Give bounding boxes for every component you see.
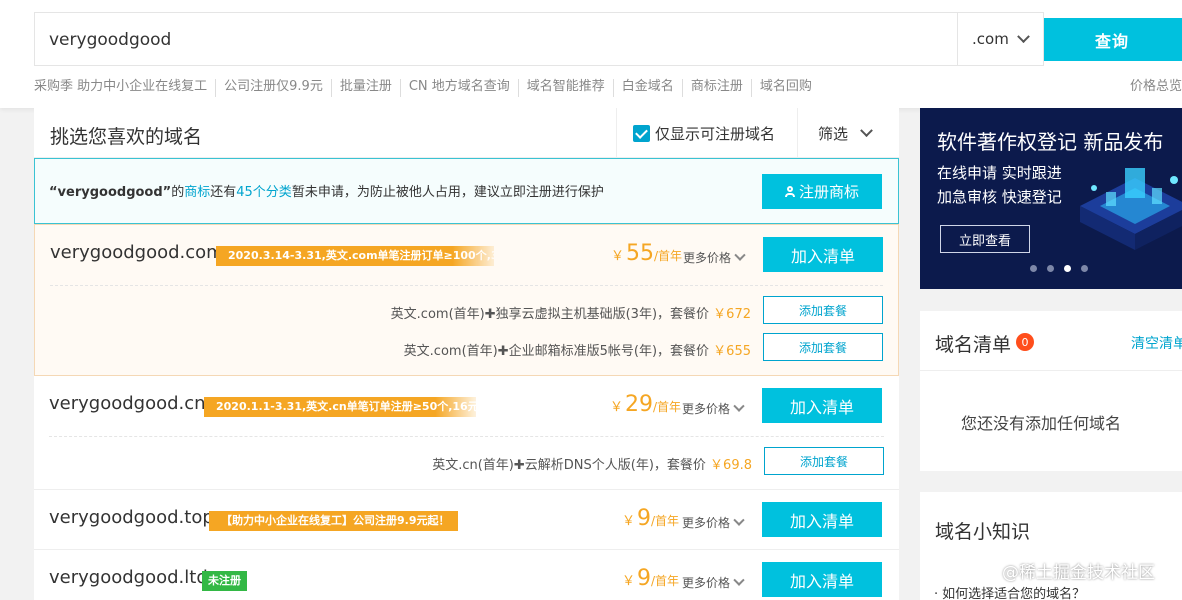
- package-text: 英文.com(首年)✚企业邮箱标准版5帐号(年)，套餐价 ￥655: [403, 344, 751, 359]
- chevron-down-icon: [860, 123, 873, 137]
- results-header: 挑选您喜欢的域名 仅显示可注册域名 筛选: [34, 108, 899, 158]
- package-text: 英文.com(首年)✚独享云虚拟主机基础版(3年)，套餐价 ￥672: [390, 307, 751, 322]
- domain-cart: 域名清单 0 清空清单 您还没有添加任何域名: [920, 311, 1182, 471]
- filter-label: 筛选: [818, 124, 849, 143]
- add-to-list-button[interactable]: 加入清单: [763, 237, 883, 272]
- add-package-button[interactable]: 添加套餐: [763, 296, 883, 324]
- domain-search-input[interactable]: [49, 25, 929, 55]
- promo-tag: 【助力中小企业在线复工】公司注册9.9元起！: [209, 511, 458, 531]
- add-to-list-button[interactable]: 加入清单: [762, 562, 882, 597]
- domain-knowledge-panel: 域名小知识 如何选择适合您的域名？: [920, 492, 1182, 600]
- add-package-button[interactable]: 添加套餐: [763, 333, 883, 361]
- user-icon: [784, 185, 795, 198]
- carousel-dots: [1030, 265, 1088, 272]
- domain-results-panel: 挑选您喜欢的域名 仅显示可注册域名 筛选 “verygoodgood”的商标还有…: [34, 108, 899, 600]
- chevron-down-icon: [734, 249, 746, 261]
- trademark-message: “verygoodgood”的商标还有45个分类暂未申请，为防止被他人占用，建议…: [49, 185, 604, 200]
- package-offer: 英文.com(首年)✚独享云虚拟主机基础版(3年)，套餐价 ￥672 添加套餐: [50, 292, 883, 329]
- cart-empty-message: 您还没有添加任何域名: [960, 414, 1121, 433]
- promo-tag: 2020.1.1-3.31,英文.cn单笔订单注册≥50个,16元/首年: [204, 397, 476, 417]
- quick-link[interactable]: 商标注册: [681, 79, 751, 97]
- domain-name: verygoodgood.ltd: [49, 567, 208, 588]
- domain-name: verygoodgood.top: [49, 507, 214, 528]
- quick-link[interactable]: 公司注册仅9.9元: [215, 79, 331, 97]
- quick-link[interactable]: CN 地方域名查询: [399, 79, 518, 97]
- quick-link[interactable]: 域名智能推荐: [517, 79, 613, 97]
- domain-item: verygoodgood.cn 2020.1.1-3.31,英文.cn单笔订单注…: [34, 376, 899, 490]
- domain-item: verygoodgood.top 【助力中小企业在线复工】公司注册9.9元起！ …: [34, 490, 899, 550]
- register-trademark-button[interactable]: 注册商标: [762, 174, 882, 209]
- query-button[interactable]: 查询: [1044, 18, 1182, 61]
- promo-banner[interactable]: 软件著作权登记 新品发布 在线申请 实时跟进 加急审核 快速登记 立即查看: [920, 108, 1182, 289]
- page-title: 挑选您喜欢的域名: [50, 126, 203, 148]
- domain-name: verygoodgood.com: [50, 242, 224, 263]
- quick-link[interactable]: 域名回购: [750, 79, 820, 97]
- package-offer: 英文.cn(首年)✚云解析DNS个人版(年)，套餐价 ￥69.8 添加套餐: [49, 443, 884, 480]
- categories-link[interactable]: 45个分类: [236, 185, 292, 200]
- chevron-down-icon: [733, 514, 745, 526]
- trademark-banner: “verygoodgood”的商标还有45个分类暂未申请，为防止被他人占用，建议…: [34, 158, 899, 224]
- more-prices-toggle[interactable]: 更多价格: [683, 249, 746, 266]
- quick-link[interactable]: 白金域名: [612, 79, 682, 97]
- only-available-label: 仅显示可注册域名: [655, 124, 776, 143]
- domain-item: verygoodgood.ltd 未注册 ￥9/首年 更多价格 加入清单: [34, 550, 899, 600]
- domain-item: verygoodgood.com 2020.3.14-3.31,英文.com单笔…: [34, 224, 899, 376]
- add-package-button[interactable]: 添加套餐: [764, 447, 884, 475]
- watermark: @稀土掘金技术社区: [1002, 563, 1155, 583]
- clear-list-link[interactable]: 清空清单: [1131, 333, 1182, 353]
- more-prices-toggle[interactable]: 更多价格: [682, 514, 745, 531]
- more-prices-toggle[interactable]: 更多价格: [682, 400, 745, 417]
- carousel-dot[interactable]: [1047, 265, 1054, 272]
- quick-link[interactable]: 批量注册: [330, 79, 400, 97]
- quick-links: 采购季 助力中小企业在线复工 公司注册仅9.9元 批量注册 CN 地方域名查询 …: [34, 79, 820, 97]
- banner-line: 加急审核 快速登记: [937, 188, 1062, 206]
- chevron-down-icon: [1016, 29, 1030, 43]
- banner-title: 软件著作权登记 新品发布: [937, 130, 1164, 154]
- promo-tag: 2020.3.14-3.31,英文.com单笔注册订单≥100个,39元: [216, 246, 494, 266]
- checkbox-checked-icon[interactable]: [633, 124, 650, 142]
- domain-price: ￥9/首年: [622, 506, 680, 531]
- banner-line: 在线申请 实时跟进: [937, 164, 1062, 182]
- only-available-toggle[interactable]: 仅显示可注册域名: [616, 108, 798, 158]
- more-prices-toggle[interactable]: 更多价格: [682, 574, 745, 591]
- package-text: 英文.cn(首年)✚云解析DNS个人版(年)，套餐价 ￥69.8: [432, 458, 752, 473]
- domain-price: ￥55/首年: [611, 241, 683, 266]
- carousel-dot-active[interactable]: [1064, 265, 1071, 272]
- add-to-list-button[interactable]: 加入清单: [762, 502, 882, 537]
- filter-dropdown[interactable]: 筛选: [818, 108, 873, 158]
- domain-price: ￥29/首年: [610, 392, 682, 417]
- cart-title: 域名清单: [935, 334, 1012, 356]
- carousel-dot[interactable]: [1081, 265, 1088, 272]
- trademark-link[interactable]: 商标: [184, 185, 210, 200]
- knowledge-question-link[interactable]: 如何选择适合您的域名？: [934, 583, 1085, 600]
- price-overview-link[interactable]: 价格总览: [1130, 79, 1182, 95]
- domain-price: ￥9/首年: [622, 566, 680, 591]
- isometric-platform-icon: [1080, 168, 1182, 250]
- search-header: .com 查询 采购季 助力中小企业在线复工 公司注册仅9.9元 批量注册 CN…: [0, 0, 1182, 108]
- knowledge-title: 域名小知识: [935, 521, 1031, 543]
- cart-count-badge: 0: [1016, 333, 1034, 351]
- domain-name: verygoodgood.cn: [49, 393, 206, 414]
- view-now-button[interactable]: 立即查看: [940, 225, 1030, 253]
- quick-link[interactable]: 采购季 助力中小企业在线复工: [34, 79, 215, 97]
- chevron-down-icon: [733, 574, 745, 586]
- carousel-dot[interactable]: [1030, 265, 1037, 272]
- suffix-value: .com: [972, 30, 1009, 48]
- chevron-down-icon: [733, 400, 745, 412]
- search-box: .com: [34, 12, 1044, 66]
- package-offer: 英文.com(首年)✚企业邮箱标准版5帐号(年)，套餐价 ￥655 添加套餐: [50, 329, 883, 366]
- suffix-dropdown[interactable]: .com: [957, 13, 1045, 65]
- add-to-list-button[interactable]: 加入清单: [762, 388, 882, 423]
- unregistered-badge: 未注册: [202, 571, 247, 591]
